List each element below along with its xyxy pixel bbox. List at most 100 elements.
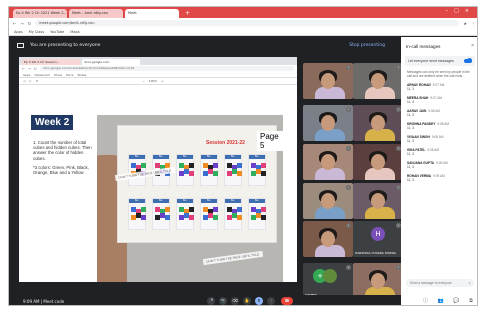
leave-call-button[interactable]: ☎ (281, 297, 293, 305)
browser-tab-active[interactable]: Meet (125, 9, 179, 18)
bookmark-item[interactable]: YouTube (50, 30, 64, 34)
person-body (315, 207, 345, 219)
cube-card-label: No. (249, 199, 265, 203)
participant-tile[interactable]: • (303, 144, 353, 180)
chat-time: 9:09 AM (436, 161, 448, 166)
person-face (321, 154, 335, 170)
cube (213, 207, 218, 212)
inner-bookmark: Docs (66, 72, 74, 77)
chat-time: 9:07 AM (432, 83, 445, 88)
cube-card-label: No. (225, 155, 241, 159)
cube-card: No. (128, 198, 146, 230)
cube-card-label: No. (129, 199, 145, 203)
chat-toggle-row: Let everyone send messages (405, 56, 475, 66)
cube-card: No. (248, 154, 266, 186)
participant-tile[interactable]: +OTHERS• (303, 263, 353, 299)
extensions-icon[interactable]: ★ (463, 21, 467, 26)
chat-toggle-label: Let everyone send messages (408, 59, 454, 63)
inner-bookmark: Slides (77, 72, 87, 77)
participant-tile[interactable]: H HARSHIKA CHAKRA SHOWA • (353, 221, 403, 257)
close-icon[interactable]: × (471, 43, 474, 49)
person-face (321, 193, 335, 209)
meeting-time: 9:09 AM | Meet code (23, 299, 65, 304)
back-icon[interactable]: ← (13, 21, 16, 26)
cube-card-label: No. (129, 155, 145, 159)
participant-tile[interactable]: • (303, 183, 353, 219)
participant-tile[interactable]: • (303, 105, 353, 141)
cube (261, 207, 266, 212)
inner-tool-next-icon: ▷ (29, 79, 32, 83)
chat-time: 9:08 AM (437, 122, 450, 127)
forward-icon[interactable]: → (20, 21, 23, 26)
present-screen-icon (17, 42, 24, 48)
raise-hand-button[interactable]: ✋ (243, 297, 251, 305)
worksheet-photo: Session 2021-22 No. No. No. No. No. No. No. No.… (97, 115, 283, 282)
chat-text: 11, 3 (407, 152, 414, 157)
participant-tile[interactable]: • (353, 183, 403, 219)
bookmark-item[interactable]: Maps (70, 30, 79, 34)
chat-message: AARAV JAIN 9:08 AM 11, 3 (407, 109, 473, 117)
instruction-note: *3 colors: Green, Pink, Black, Orange, B… (33, 164, 89, 176)
url-input[interactable]: meet.google.com/bmk-rdfg-ceu (35, 20, 460, 26)
muted-mic-icon: • (346, 265, 351, 270)
cube (165, 207, 170, 212)
cube-card-label: No. (153, 199, 169, 203)
browser-tab[interactable]: Ep 4 Wk 2 Ch 2021 Week 2… (13, 9, 67, 18)
participant-tile[interactable]: • (303, 63, 353, 99)
inner-url: docs.google.com/presentation/d/1m2v8aaa/… (39, 66, 294, 71)
window-controls[interactable]: –□× (446, 8, 475, 14)
slide-week-title: Week 2 (31, 115, 74, 130)
participant-tile[interactable]: • (353, 105, 403, 141)
muted-mic-icon: • (346, 146, 351, 151)
tape-text: DON'T TURN THE PAGE UNTIL TOLD (202, 250, 263, 266)
person-body (365, 168, 395, 180)
person-body (315, 245, 345, 257)
session-label: Session 2021-22 (206, 140, 245, 146)
cube (237, 163, 242, 168)
camera-button[interactable]: 📷 (219, 297, 227, 305)
person-face (371, 273, 385, 289)
chat-time: 9:09 AM (433, 174, 445, 179)
bookmarks-bar: Apps My Class YouTube Maps (9, 28, 477, 36)
chat-send-input[interactable]: Send a message to everyone ➤ (406, 279, 474, 287)
stop-presenting-button[interactable]: Stop presenting (349, 43, 385, 48)
page-number-label: Page 5 (257, 131, 283, 151)
inner-address-row: ← → ↻ docs.google.com/presentation/d/1m2… (19, 65, 297, 72)
participant-tile[interactable]: • (353, 263, 403, 299)
bookmark-item[interactable]: My Class (29, 30, 44, 34)
bookmark-item[interactable]: Apps (14, 30, 23, 34)
inner-bookmark: Drive (54, 72, 63, 77)
cube-card: No. (176, 198, 194, 230)
cube (165, 215, 170, 220)
menu-icon[interactable]: ⋮ (471, 21, 475, 26)
participant-tile[interactable]: • (303, 221, 353, 257)
participant-tile[interactable]: • (353, 144, 403, 180)
worksheet-page: Session 2021-22 No. No. No. No. No. No. No. No.… (117, 125, 277, 243)
browser-tab[interactable]: Meet – bmk-rdfg-ceu (69, 9, 123, 18)
screen: Ep 4 Wk 2 Ch 2021 Week 2… Meet – bmk-rdf… (8, 6, 478, 306)
captions-button[interactable]: ⌫ (231, 297, 239, 305)
chat-text: 11, 4 (407, 100, 414, 105)
cube-card-label: No. (153, 155, 169, 159)
chat-message: KRISHNA PANDEY 9:08 AM 11, 3 (407, 122, 473, 130)
participant-tile[interactable]: • (353, 63, 403, 99)
reload-icon[interactable]: ↻ (28, 21, 31, 26)
cube-card-label: No. (249, 155, 265, 159)
more-options-button[interactable]: ⋮ (267, 297, 275, 305)
muted-mic-icon: • (346, 107, 351, 112)
person-face (321, 115, 335, 131)
cube-card-label: No. (177, 155, 193, 159)
cube (189, 171, 194, 176)
chat-toggle[interactable] (464, 58, 472, 63)
chat-time: 9:08 AM (431, 135, 444, 140)
new-tab-button[interactable]: + (185, 10, 190, 18)
send-icon[interactable]: ➤ (468, 279, 471, 287)
right-controls[interactable]: ⓘ 👥 💬 ⧉ (423, 297, 477, 304)
chat-message: ROHAN VERMA 9:09 AM 11, 3 (407, 174, 473, 182)
bottom-bar: 9:09 AM | Meet code 🎤 📷 ⌫ ✋ ⬆ ⋮ ☎ (9, 295, 401, 305)
mic-button[interactable]: 🎤 (207, 297, 215, 305)
present-button[interactable]: ⬆ (255, 297, 263, 305)
person-body (315, 129, 345, 141)
cube-card-label: No. (201, 199, 217, 203)
inner-tab: docs.google.com (82, 59, 140, 65)
